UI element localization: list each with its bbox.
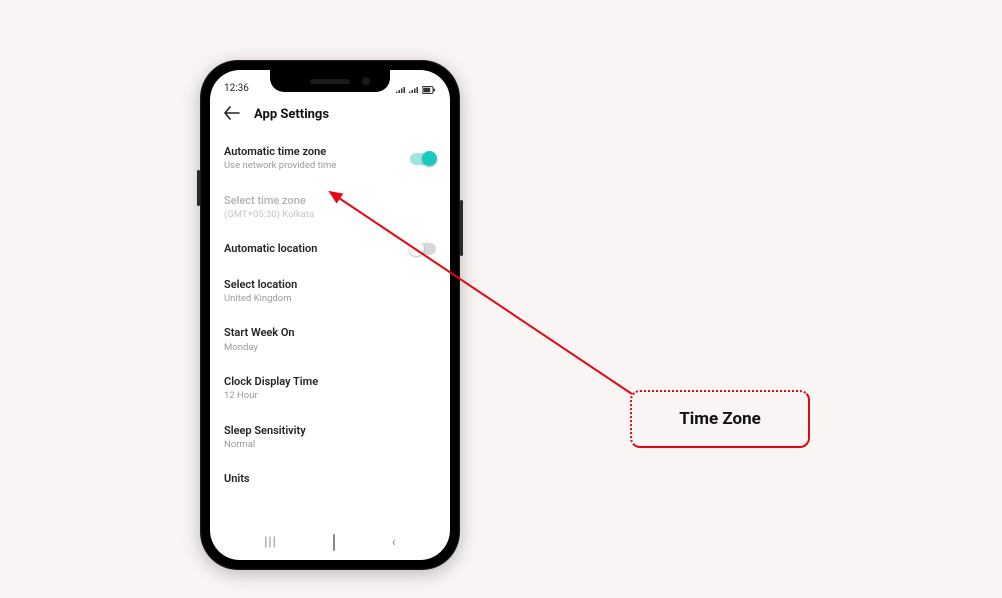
setting-select-location[interactable]: Select location United Kingdom [224, 268, 436, 317]
callout-label: Time Zone [630, 390, 810, 448]
callout-time-zone: Time Zone [630, 390, 810, 448]
back-arrow-icon[interactable] [224, 106, 240, 123]
setting-clock-display-time[interactable]: Clock Display Time 12 Hour [224, 365, 436, 414]
setting-label: Units [224, 472, 436, 486]
setting-subtext: 12 Hour [224, 390, 436, 402]
toggle-automatic-time-zone[interactable] [410, 153, 436, 165]
phone-screen: 12:36 App Settings Au [210, 70, 450, 560]
setting-subtext: United Kingdom [224, 293, 436, 305]
toggle-automatic-location[interactable] [410, 243, 436, 255]
phone-frame: 12:36 App Settings Au [200, 60, 460, 570]
setting-subtext: Monday [224, 342, 436, 354]
settings-list: Automatic time zone Use network provided… [210, 131, 450, 501]
setting-label: Automatic time zone [224, 145, 410, 159]
setting-subtext: (GMT+05:30) Kolkata [224, 209, 436, 221]
signal-icon-2 [409, 86, 419, 94]
phone-notch [270, 70, 390, 92]
setting-label: Sleep Sensitivity [224, 424, 436, 438]
setting-automatic-time-zone[interactable]: Automatic time zone Use network provided… [224, 135, 436, 184]
setting-select-time-zone: Select time zone (GMT+05:30) Kolkata [224, 184, 436, 233]
setting-automatic-location[interactable]: Automatic location [224, 232, 436, 267]
setting-units[interactable]: Units [224, 462, 436, 497]
setting-start-week-on[interactable]: Start Week On Monday [224, 316, 436, 365]
setting-label: Select time zone [224, 194, 436, 208]
nav-back-icon[interactable]: ‹ [392, 535, 396, 550]
status-time: 12:36 [224, 83, 249, 94]
nav-recent-icon[interactable]: ||| [264, 535, 277, 550]
setting-subtext: Use network provided time [224, 160, 410, 172]
setting-label: Automatic location [224, 242, 410, 256]
page-title: App Settings [254, 107, 329, 122]
signal-icon [396, 86, 406, 94]
app-bar: App Settings [210, 96, 450, 131]
setting-label: Start Week On [224, 326, 436, 340]
setting-label: Clock Display Time [224, 375, 436, 389]
setting-label: Select location [224, 278, 436, 292]
battery-icon [422, 86, 436, 94]
setting-sleep-sensitivity[interactable]: Sleep Sensitivity Normal [224, 414, 436, 463]
status-icons [396, 86, 436, 94]
setting-subtext: Normal [224, 439, 436, 451]
annotation-arrow [0, 0, 1002, 598]
android-nav-bar: ||| ‹ [210, 535, 450, 550]
nav-home-icon[interactable] [333, 535, 335, 550]
